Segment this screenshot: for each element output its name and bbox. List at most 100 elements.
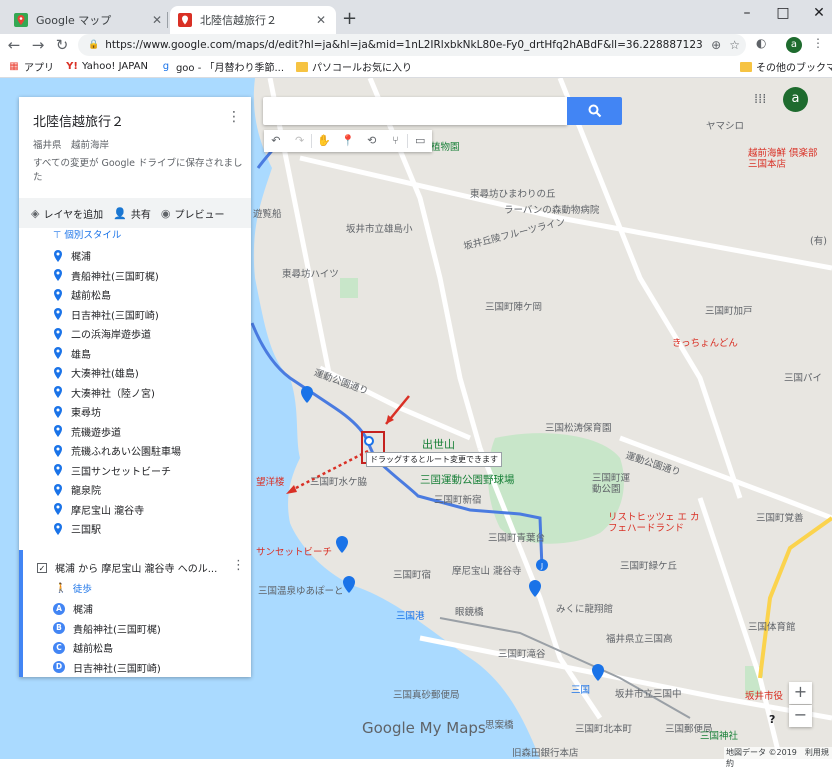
tab-my-maps[interactable]: 北陸信越旅行２ ✕ xyxy=(170,6,336,34)
map-label: 三国町陣ケ岡 xyxy=(485,302,543,313)
place-name: 雄島 xyxy=(71,349,91,361)
preview-button[interactable]: ◉ プレビュー xyxy=(161,206,225,221)
layer-checkbox[interactable]: ✓ xyxy=(37,562,47,573)
eye-icon: ◉ xyxy=(160,206,171,220)
extension-icon[interactable]: ◐ xyxy=(756,36,766,50)
map-pin-icon xyxy=(54,503,62,516)
search-input[interactable] xyxy=(263,97,567,125)
folder-icon xyxy=(740,61,752,72)
forward-icon[interactable]: → xyxy=(28,36,48,54)
map-pin-icon xyxy=(54,483,62,496)
place-item[interactable]: 荒磯遊歩道 xyxy=(53,422,181,442)
park-area xyxy=(340,278,358,298)
zoom-out-button[interactable]: − xyxy=(789,705,812,727)
individual-style-link[interactable]: ⊤ 個別スタイル xyxy=(53,227,121,241)
tab-google-maps[interactable]: Google マップ ✕ xyxy=(6,6,172,34)
bookmark-apps[interactable]: ▦ アプリ xyxy=(8,59,54,75)
back-icon[interactable]: ← xyxy=(4,36,24,54)
stop-letter-badge: B xyxy=(53,622,65,635)
place-item[interactable]: 東尋坊 xyxy=(53,402,181,422)
apps-grid-icon: ▦ xyxy=(9,60,19,72)
reload-icon[interactable]: ↻ xyxy=(52,36,72,54)
draw-line-icon[interactable]: ⟲ xyxy=(360,130,384,152)
place-item[interactable]: 大湊神社（陸ノ宮) xyxy=(53,383,181,403)
place-item[interactable]: 梶浦 xyxy=(53,246,181,266)
hand-tool-icon[interactable]: ✋ xyxy=(312,130,336,152)
panel-actions: ◈ レイヤを追加 👤 共有 ◉ プレビュー xyxy=(19,198,251,228)
map-label: みくに龍翔館 xyxy=(556,604,614,615)
bookmark-folder[interactable]: パソコールお気に入り xyxy=(296,59,412,74)
route-layer: ✓ 梶浦 から 摩尼宝山 瀧谷寺 へのル... ⋮ 🚶 徒歩 A 梶浦 B 貴船神社(… xyxy=(19,550,251,677)
bookmark-yahoo[interactable]: Y! Yahoo! JAPAN xyxy=(66,61,148,73)
place-item[interactable]: 龍泉院 xyxy=(53,480,181,500)
browser-profile-avatar[interactable]: a xyxy=(786,37,802,53)
route-options-icon[interactable]: ⋮ xyxy=(232,558,245,573)
tab-bar: Google マップ ✕ 北陸信越旅行２ ✕ + – □ ✕ xyxy=(0,0,832,34)
close-window-icon[interactable]: ✕ xyxy=(796,0,832,28)
my-maps-favicon-icon xyxy=(178,13,192,27)
more-options-icon[interactable]: ⋮ xyxy=(227,109,241,125)
place-list: 梶浦 貴船神社(三国町梶) 越前松島 日吉神社(三国町崎) 二の浜海岸遊歩道雄島大湊神社… xyxy=(53,246,181,539)
add-layer-button[interactable]: ◈ レイヤを追加 xyxy=(31,206,103,221)
close-tab-icon[interactable]: ✕ xyxy=(150,13,164,27)
browser-menu-icon[interactable]: ⋮ xyxy=(812,36,824,50)
other-bookmarks[interactable]: その他のブックマーク xyxy=(740,59,832,74)
directions-icon[interactable]: ⑂ xyxy=(384,130,408,152)
svg-text:J: J xyxy=(540,562,543,570)
place-item[interactable]: 越前松島 xyxy=(53,285,181,305)
place-item[interactable]: 摩尼宝山 瀧谷寺 xyxy=(53,500,181,520)
bookmark-star-icon[interactable]: ☆ xyxy=(729,38,740,52)
map-label: 三国町滝谷 xyxy=(498,649,546,660)
map-description[interactable]: 福井県 越前海岸 xyxy=(33,137,109,151)
bookmark-goo[interactable]: g goo - 「月替わり季節... xyxy=(160,59,284,75)
address-bar[interactable]: 🔒 https://www.google.com/maps/d/edit?hl=… xyxy=(78,34,746,56)
account-avatar[interactable]: a xyxy=(783,87,808,112)
ruler-icon[interactable]: ▭ xyxy=(408,130,432,152)
search-button[interactable] xyxy=(567,97,622,125)
google-apps-icon[interactable]: ⁞⁞⁞ xyxy=(754,92,766,107)
travel-mode[interactable]: 🚶 徒歩 xyxy=(55,581,92,596)
map-pin-icon xyxy=(54,464,62,477)
map-label: 三国体育館 xyxy=(748,622,796,633)
google-my-maps-logo: Google My Maps xyxy=(362,719,486,737)
search-icon xyxy=(588,104,601,118)
place-item[interactable]: 二の浜海岸遊歩道 xyxy=(53,324,181,344)
place-item[interactable]: 三国駅 xyxy=(53,519,181,539)
close-tab-icon[interactable]: ✕ xyxy=(314,13,328,27)
map-label: 三国神社 xyxy=(700,731,739,742)
route-header[interactable]: ✓ 梶浦 から 摩尼宝山 瀧谷寺 へのル... xyxy=(37,560,237,575)
url-text: https://www.google.com/maps/d/edit?hl=ja… xyxy=(105,39,703,51)
map-pin-icon xyxy=(54,405,62,418)
redo-icon[interactable]: ↷ xyxy=(288,130,312,152)
map-label: 坂井市立雄島小 xyxy=(346,224,413,235)
map-toolbar: ↶ ↷ ✋ 📍 ⟲ ⑂ ▭ xyxy=(264,130,432,152)
share-button[interactable]: 👤 共有 xyxy=(113,206,151,221)
route-stop[interactable]: D 日吉神社(三国町崎) xyxy=(53,658,161,678)
place-item[interactable]: 三国サンセットビーチ xyxy=(53,461,181,481)
place-item[interactable]: 貴船神社(三国町梶) xyxy=(53,266,181,286)
place-item[interactable]: 荒磯ふれあい公園駐車場 xyxy=(53,441,181,461)
new-tab-icon[interactable]: + xyxy=(342,8,357,29)
place-name: 三国駅 xyxy=(71,525,101,537)
zoom-icon[interactable]: ⊕ xyxy=(711,38,721,52)
map-label: 三国パイ xyxy=(784,373,823,384)
route-stop[interactable]: C 越前松島 xyxy=(53,638,161,658)
map-pin-icon xyxy=(54,327,62,340)
place-item[interactable]: 雄島 xyxy=(53,344,181,364)
stop-name: 梶浦 xyxy=(73,605,93,617)
place-name: 大湊神社(雄島) xyxy=(71,369,139,381)
help-icon[interactable]: ? xyxy=(769,713,775,726)
map-title[interactable]: 北陸信越旅行２ xyxy=(33,111,124,130)
place-item[interactable]: 日吉神社(三国町崎) xyxy=(53,305,181,325)
add-marker-icon[interactable]: 📍 xyxy=(336,130,360,152)
place-item[interactable]: 大湊神社(雄島) xyxy=(53,363,181,383)
tab-title: 北陸信越旅行２ xyxy=(200,14,277,27)
route-stop[interactable]: B 貴船神社(三国町梶) xyxy=(53,619,161,639)
highway-road xyxy=(758,516,832,679)
map-label: 三国松涛保育園 xyxy=(545,423,612,434)
zoom-in-button[interactable]: + xyxy=(789,682,812,704)
undo-icon[interactable]: ↶ xyxy=(264,130,288,152)
stop-name: 貴船神社(三国町梶) xyxy=(73,624,161,636)
map-attribution[interactable]: 地図データ ©2019 利用規約 xyxy=(724,747,832,769)
route-stop[interactable]: A 梶浦 xyxy=(53,599,161,619)
